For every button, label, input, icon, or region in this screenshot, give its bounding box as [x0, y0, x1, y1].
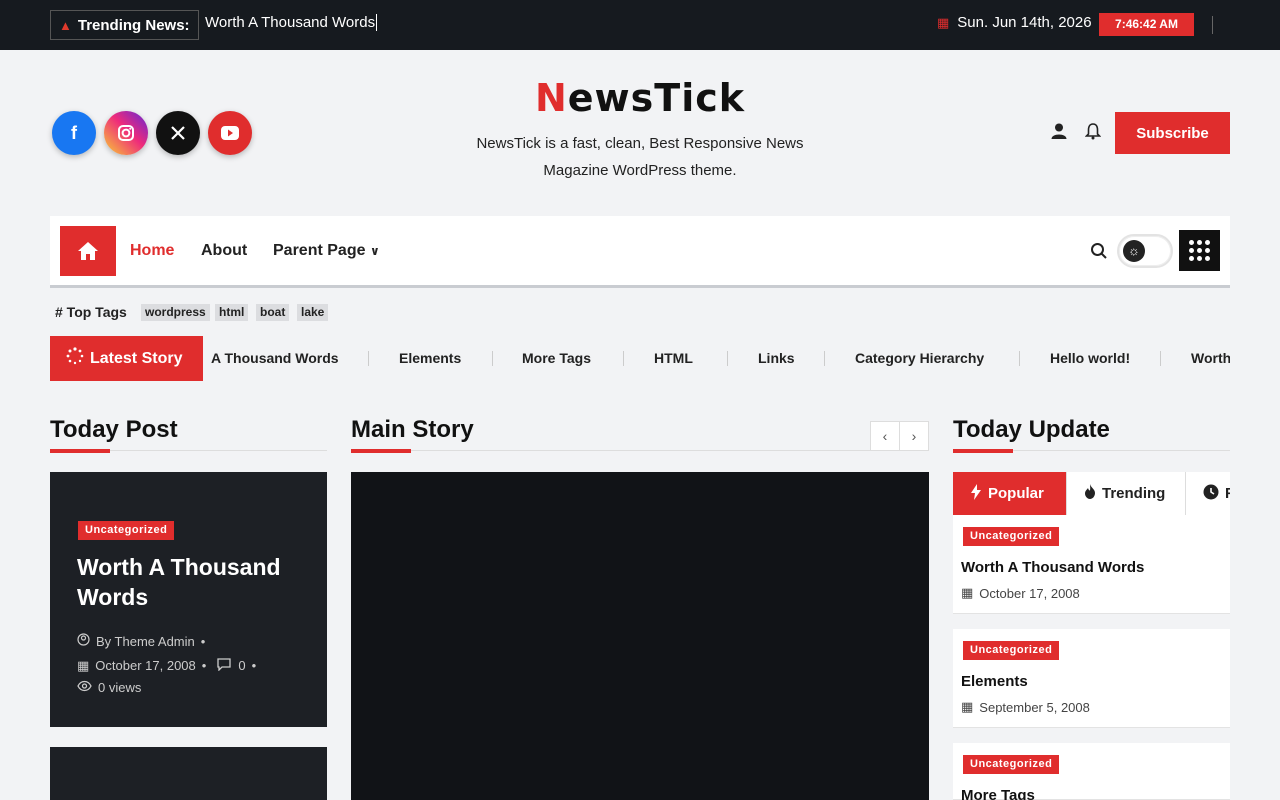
spinner-icon [66, 347, 84, 370]
divider [1212, 16, 1213, 34]
grid-menu-icon[interactable] [1179, 230, 1220, 271]
tag-link[interactable]: wordpress [141, 304, 210, 321]
update-post-date: ▦ September 5, 2008 [961, 699, 1090, 715]
ticker-item[interactable]: Category Hierarchy [855, 350, 984, 366]
chevron-down-icon: ∨ [369, 244, 380, 258]
clock-icon [1203, 484, 1219, 504]
nav-item-home[interactable]: Home [130, 242, 174, 260]
divider [368, 351, 369, 366]
latest-story-label: Latest Story [50, 336, 203, 381]
main-navigation: Home About Parent Page ∨ ☼ [50, 216, 1230, 288]
tag-link[interactable]: lake [297, 304, 329, 321]
fire-icon [1084, 484, 1096, 503]
search-icon[interactable] [1090, 242, 1108, 265]
divider [623, 351, 624, 366]
category-badge[interactable]: Uncategorized [963, 755, 1060, 774]
ticker-item[interactable]: Hello world! [1050, 350, 1130, 366]
bolt-icon [970, 483, 982, 504]
nav-item-about[interactable]: About [201, 242, 247, 260]
divider [1019, 351, 1020, 366]
ticker-item[interactable]: Links [758, 350, 795, 366]
top-bar: ▲ Trending News: Worth A Thousand Words … [0, 0, 1280, 50]
trending-label: ▲ Trending News: [50, 10, 199, 40]
section-title-today-update: Today Update [953, 416, 1110, 443]
chevron-right-icon[interactable]: › [899, 421, 929, 451]
title-accent [953, 449, 1013, 453]
post-date: ▦ October 17, 2008 • 0 • [77, 657, 257, 674]
nav-item-parent-page[interactable]: Parent Page ∨ [273, 242, 380, 260]
ticker-item[interactable]: A Thousand Words [211, 350, 339, 366]
category-badge[interactable]: Uncategorized [78, 521, 175, 540]
site-tagline: NewsTick is a fast, clean, Best Responsi… [476, 135, 804, 179]
update-post-title[interactable]: Worth A Thousand Words [961, 559, 1144, 576]
update-tabs: Popular Trending R [953, 472, 1230, 515]
post-title[interactable]: Worth A Thousand Words [77, 552, 317, 612]
trending-headline-link[interactable]: Worth A Thousand Words [205, 14, 378, 31]
section-title-today-post: Today Post [50, 416, 178, 443]
chevron-left-icon[interactable]: ‹ [870, 421, 900, 451]
category-badge[interactable]: Uncategorized [963, 641, 1060, 660]
sun-icon: ☼ [1123, 240, 1145, 262]
comment-icon [216, 657, 232, 674]
site-logo[interactable]: NewsTick [0, 76, 1280, 120]
section-title-main-story: Main Story [351, 416, 474, 443]
calendar-icon: ▦ [77, 657, 90, 673]
divider [727, 351, 728, 366]
tag-link[interactable]: boat [256, 304, 290, 321]
update-post-card[interactable]: Uncategorized Elements ▦ September 5, 20… [953, 629, 1230, 728]
fire-icon: ▲ [59, 17, 72, 33]
update-post-title[interactable]: More Tags [961, 787, 1035, 800]
calendar-icon: ▦ [961, 699, 974, 714]
dark-mode-toggle[interactable]: ☼ [1117, 234, 1173, 268]
eye-icon [77, 680, 92, 695]
tag-link[interactable]: html [215, 304, 249, 321]
update-post-title[interactable]: Elements [961, 673, 1028, 690]
divider [351, 450, 929, 451]
tab-trending[interactable]: Trending [1067, 472, 1186, 515]
current-time: 7:46:42 AM [1099, 13, 1194, 36]
ticker-item[interactable]: Worth [1191, 350, 1230, 366]
update-post-card[interactable]: Uncategorized More Tags [953, 743, 1230, 800]
update-post-date: ▦ October 17, 2008 [961, 585, 1080, 601]
title-accent [50, 449, 110, 453]
home-icon[interactable] [60, 226, 116, 276]
calendar-icon: ▦ [961, 585, 974, 600]
category-badge[interactable]: Uncategorized [963, 527, 1060, 546]
post-card[interactable] [50, 747, 327, 800]
post-views: 0 views [77, 680, 141, 695]
post-author: By Theme Admin • [77, 633, 205, 649]
ticker-item[interactable]: Elements [399, 350, 461, 366]
user-circle-icon [77, 633, 90, 649]
subscribe-button[interactable]: Subscribe [1115, 112, 1230, 154]
ticker-item[interactable]: More Tags [522, 350, 591, 366]
divider [492, 351, 493, 366]
tab-recent[interactable]: R [1186, 472, 1230, 515]
update-post-card[interactable]: Uncategorized Worth A Thousand Words ▦ O… [953, 515, 1230, 614]
ticker-item[interactable]: HTML [654, 350, 693, 366]
main-story-image[interactable] [351, 472, 929, 800]
title-accent [351, 449, 411, 453]
bell-icon[interactable] [1084, 122, 1102, 145]
tab-popular[interactable]: Popular [953, 472, 1067, 515]
current-date: ▦ Sun. Jun 14th, 2026 [937, 14, 1092, 31]
user-icon[interactable] [1050, 122, 1068, 145]
divider [1160, 351, 1161, 366]
calendar-icon: ▦ [937, 14, 950, 30]
top-tags-label: # Top Tags [55, 304, 127, 320]
divider [824, 351, 825, 366]
latest-story-ticker: A Thousand Words Elements More Tags HTML… [203, 336, 1230, 381]
